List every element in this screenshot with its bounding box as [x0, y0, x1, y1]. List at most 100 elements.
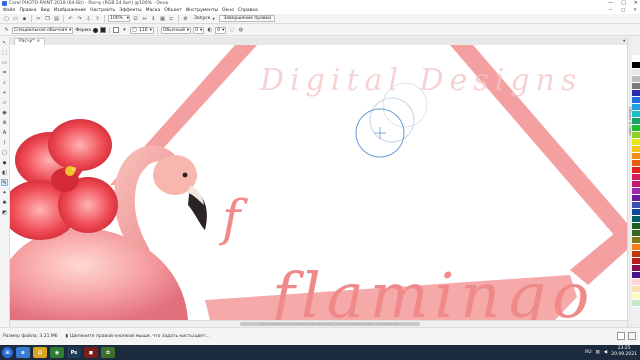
palette-color-chip[interactable]: [632, 258, 640, 265]
palette-color-chip[interactable]: [632, 188, 640, 195]
volume-icon[interactable]: ◀: [604, 350, 607, 355]
palette-color-chip[interactable]: [632, 118, 640, 125]
menu-image[interactable]: Изображение: [54, 8, 86, 13]
menu-help[interactable]: Справка: [238, 8, 258, 13]
palette-color-chip[interactable]: [632, 167, 640, 174]
zoom-level-select[interactable]: 100% ▾: [108, 15, 130, 22]
zoom-to-fit-icon[interactable]: ⊡: [132, 15, 139, 22]
menu-adjust[interactable]: Настроить: [90, 8, 115, 13]
close-button[interactable]: ✕: [634, 0, 638, 7]
network-icon[interactable]: ▥: [596, 350, 600, 355]
antialias-icon[interactable]: ◍: [237, 27, 244, 34]
menu-view[interactable]: Вид: [41, 8, 50, 13]
menu-object[interactable]: Объект: [164, 8, 182, 13]
transparency-tool-icon[interactable]: ◧: [1, 169, 8, 176]
start-button-icon[interactable]: ⊞: [2, 347, 13, 358]
eyedropper-icon[interactable]: ⌿: [1, 89, 8, 96]
clone-tool-icon[interactable]: ⊛: [1, 119, 8, 126]
palette-color-chip[interactable]: [632, 104, 640, 111]
palette-color-chip[interactable]: [632, 55, 640, 62]
opacity-field[interactable]: 0 ▾: [193, 26, 205, 34]
paint-brush-icon[interactable]: ✎: [3, 27, 10, 34]
palette-color-chip[interactable]: [632, 230, 640, 237]
square-shape-icon[interactable]: [100, 27, 107, 33]
menu-effects[interactable]: Эффекты: [119, 8, 142, 13]
image-canvas[interactable]: Digital Designs f flamingo: [10, 45, 627, 320]
red-eye-icon[interactable]: ◉: [1, 109, 8, 116]
options-icon[interactable]: ⚙: [182, 15, 189, 22]
fit-width-icon[interactable]: ⇔: [141, 15, 148, 22]
image-sprayer-icon[interactable]: ✺: [1, 199, 8, 206]
palette-color-chip[interactable]: [632, 174, 640, 181]
palette-color-chip[interactable]: [632, 146, 640, 153]
brush-type-select[interactable]: Специальная обычная ▾: [12, 26, 74, 34]
palette-color-chip[interactable]: [632, 251, 640, 258]
round-shape-icon[interactable]: [93, 27, 99, 33]
fill-tool-icon[interactable]: ◆: [1, 159, 8, 166]
palette-color-chip[interactable]: [632, 300, 640, 307]
media-player-icon[interactable]: ◼: [84, 347, 98, 358]
palette-color-chip[interactable]: [632, 223, 640, 230]
rulers-icon[interactable]: ⊏: [168, 15, 175, 22]
palette-color-chip[interactable]: [632, 153, 640, 160]
ie-browser-icon[interactable]: e: [16, 347, 30, 358]
palette-color-chip[interactable]: [632, 69, 640, 76]
redo-icon[interactable]: ↷: [76, 15, 83, 22]
paint-color-swatch[interactable]: [628, 332, 636, 340]
docker-toggle-icon[interactable]: ◂: [622, 38, 625, 44]
menu-edit[interactable]: Правка: [19, 8, 36, 13]
palette-color-chip[interactable]: [632, 244, 640, 251]
color-swatch[interactable]: [113, 27, 120, 33]
palette-color-chip[interactable]: [632, 160, 640, 167]
paste-icon[interactable]: ▤: [53, 15, 60, 22]
transparency-field[interactable]: 0 ▾: [215, 26, 227, 34]
mask-transform-icon[interactable]: ⬚: [1, 49, 8, 56]
document-tab[interactable]: Расчу* ×: [14, 38, 46, 45]
corel-draw-icon[interactable]: ◉: [50, 347, 64, 358]
palette-color-chip[interactable]: [632, 76, 640, 83]
palette-color-chip[interactable]: [632, 111, 640, 118]
effect-tool-icon[interactable]: ✦: [1, 189, 8, 196]
doc-close-button[interactable]: ✕: [633, 7, 637, 14]
palette-color-chip[interactable]: [632, 125, 640, 132]
pick-tool-icon[interactable]: ↖: [1, 39, 8, 46]
undo-icon[interactable]: ↶: [67, 15, 74, 22]
language-indicator[interactable]: RU: [585, 350, 591, 355]
menu-mask[interactable]: Маска: [146, 8, 161, 13]
line-tool-icon[interactable]: /: [1, 139, 8, 146]
menu-tools[interactable]: Инструменты: [186, 8, 218, 13]
open-folder-icon[interactable]: ▭: [12, 15, 19, 22]
new-document-icon[interactable]: ▢: [3, 15, 10, 22]
palette-color-chip[interactable]: [632, 139, 640, 146]
palette-color-chip[interactable]: [632, 265, 640, 272]
palette-color-chip[interactable]: [632, 237, 640, 244]
palette-color-chip[interactable]: [632, 90, 640, 97]
eraser-icon[interactable]: ▱: [1, 99, 8, 106]
color-swatches-icon[interactable]: ◩: [1, 209, 8, 216]
palette-color-chip[interactable]: [632, 83, 640, 90]
palette-color-chip[interactable]: [632, 181, 640, 188]
copy-icon[interactable]: ❐: [44, 15, 51, 22]
export-icon[interactable]: ⇧: [94, 15, 101, 22]
import-icon[interactable]: ⇩: [85, 15, 92, 22]
grid-icon[interactable]: ▦: [159, 15, 166, 22]
palette-color-chip[interactable]: [632, 202, 640, 209]
palette-color-chip[interactable]: [632, 62, 640, 69]
launch-menu[interactable]: Запуск: [194, 16, 210, 21]
file-explorer-icon[interactable]: ▤: [33, 347, 47, 358]
palette-color-chip[interactable]: [632, 286, 640, 293]
photoshop-icon[interactable]: Ps: [67, 347, 81, 358]
crop-tool-icon[interactable]: ⌗: [1, 69, 8, 76]
palette-color-chip[interactable]: [632, 209, 640, 216]
palette-color-chip[interactable]: [632, 195, 640, 202]
text-tool-icon[interactable]: A: [1, 129, 8, 136]
palette-color-chip[interactable]: [632, 132, 640, 139]
cut-icon[interactable]: ✂: [35, 15, 42, 22]
brush-size-field[interactable]: ◯ 110 ▾: [130, 26, 154, 34]
minimize-button[interactable]: —: [608, 0, 613, 7]
rectangle-mask-icon[interactable]: ▭: [1, 59, 8, 66]
chevron-down-icon[interactable]: ▾: [121, 27, 128, 34]
feather-icon[interactable]: ◌: [228, 27, 235, 34]
horizontal-scrollbar[interactable]: Перетащите сюда цвета (или объекты), что…: [10, 320, 627, 326]
palette-color-chip[interactable]: [632, 293, 640, 300]
